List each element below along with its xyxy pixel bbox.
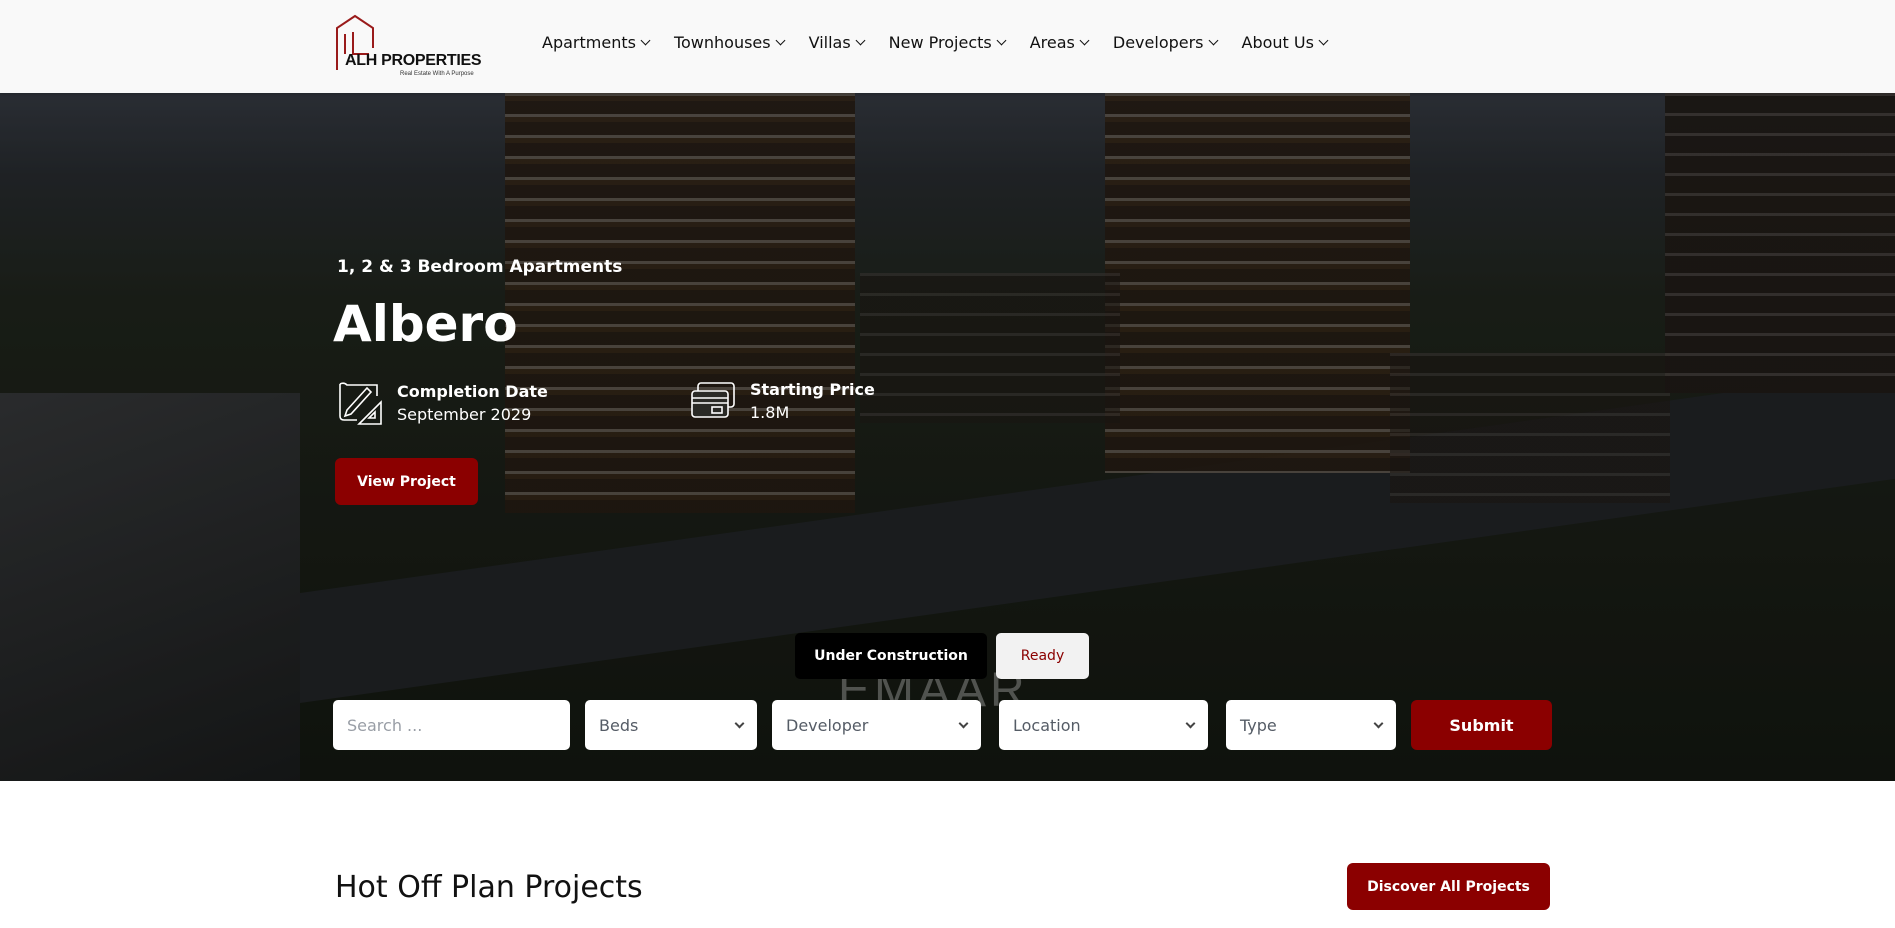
nav-developers[interactable]: Developers (1112, 33, 1218, 52)
hero-subtitle: 1, 2 & 3 Bedroom Apartments (337, 257, 623, 277)
nav-label: Apartments (542, 33, 636, 52)
section-title: Hot Off Plan Projects (335, 870, 643, 905)
tab-ready[interactable]: Ready (996, 633, 1089, 679)
starting-price: Starting Price 1.8M (690, 380, 875, 422)
nav-label: New Projects (888, 33, 992, 52)
completion-label: Completion Date (397, 382, 548, 401)
completion-value: September 2029 (397, 405, 532, 424)
chevron-down-icon (855, 35, 866, 46)
chevron-down-icon (1079, 35, 1090, 46)
main-nav: Apartments Townhouses Villas New Project… (542, 33, 1352, 52)
beds-select[interactable]: Beds (585, 700, 757, 750)
nav-villas[interactable]: Villas (808, 33, 866, 52)
completion-date: Completion Date September 2029 (337, 380, 548, 426)
nav-areas[interactable]: Areas (1029, 33, 1090, 52)
search-placeholder: Search ... (347, 715, 423, 735)
location-select[interactable]: Location (999, 700, 1208, 750)
chevron-down-icon (1318, 35, 1329, 46)
chevron-down-icon (958, 718, 969, 728)
nav-townhouses[interactable]: Townhouses (673, 33, 786, 52)
nav-label: Developers (1112, 33, 1204, 52)
location-value: Location (1013, 715, 1081, 735)
nav-about-us[interactable]: About Us (1241, 33, 1329, 52)
hero-title: Albero (333, 295, 518, 353)
logo[interactable]: ALH PROPERTIES Real Estate With A Purpos… (335, 14, 485, 80)
nav-label: Villas (808, 33, 851, 52)
tab-under-construction[interactable]: Under Construction (795, 633, 987, 679)
nav-apartments[interactable]: Apartments (542, 33, 651, 52)
logo-tagline: Real Estate With A Purpose (400, 71, 474, 77)
developer-value: Developer (786, 715, 869, 735)
chevron-down-icon (640, 35, 651, 46)
chevron-down-icon (996, 35, 1007, 46)
discover-all-projects-button[interactable]: Discover All Projects (1347, 863, 1550, 910)
chevron-down-icon (1208, 35, 1218, 46)
blueprint-icon (339, 382, 382, 425)
nav-label: About Us (1241, 33, 1314, 52)
price-value: 1.8M (750, 403, 790, 422)
chevron-down-icon (734, 718, 745, 728)
price-label: Starting Price (750, 380, 875, 399)
nav-label: Townhouses (673, 33, 771, 52)
type-value: Type (1240, 715, 1277, 735)
developer-select[interactable]: Developer (772, 700, 981, 750)
chevron-down-icon (775, 35, 786, 46)
search-input[interactable]: Search ... (333, 700, 570, 750)
site-header: ALH PROPERTIES Real Estate With A Purpos… (0, 0, 1895, 93)
nav-new-projects[interactable]: New Projects (888, 33, 1007, 52)
view-project-button[interactable]: View Project (335, 458, 478, 505)
logo-name: ALH PROPERTIES (345, 52, 482, 69)
type-select[interactable]: Type (1226, 700, 1396, 750)
beds-value: Beds (599, 715, 639, 735)
credit-cards-icon (691, 382, 735, 418)
chevron-down-icon (1185, 718, 1196, 728)
chevron-down-icon (1373, 718, 1384, 728)
submit-button[interactable]: Submit (1411, 700, 1552, 750)
nav-label: Areas (1029, 33, 1075, 52)
